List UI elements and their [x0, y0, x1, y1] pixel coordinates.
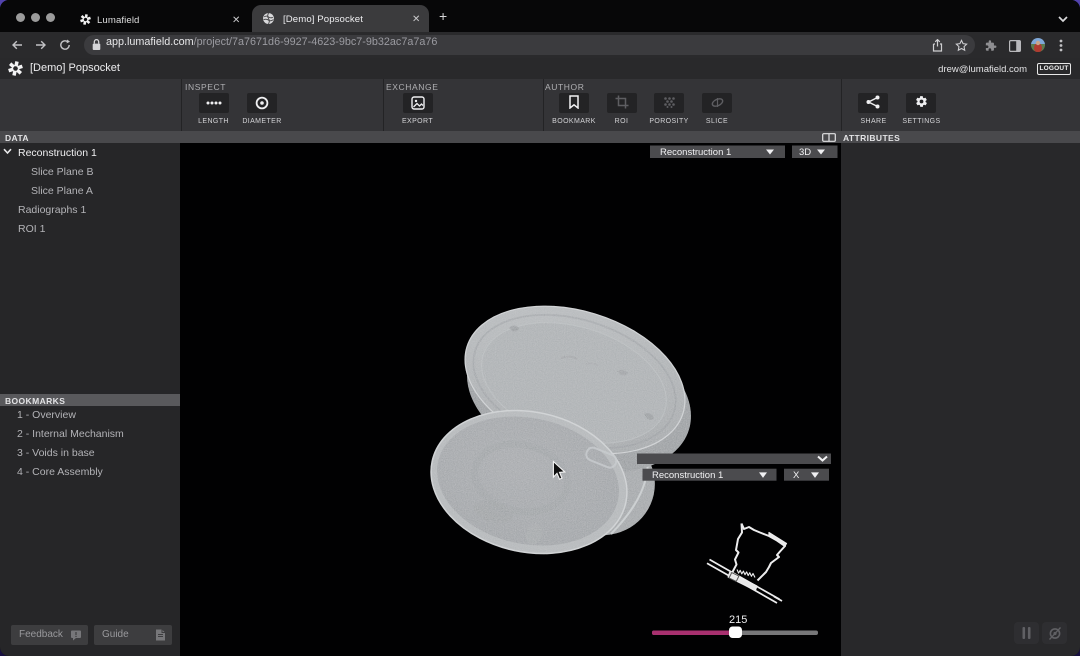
- svg-text:3D: 3D: [799, 147, 811, 158]
- svg-text:Reconstruction 1: Reconstruction 1: [660, 147, 731, 158]
- svg-text:X: X: [793, 470, 800, 481]
- svg-text:Reconstruction 1: Reconstruction 1: [652, 470, 723, 481]
- svg-text:215: 215: [729, 614, 747, 626]
